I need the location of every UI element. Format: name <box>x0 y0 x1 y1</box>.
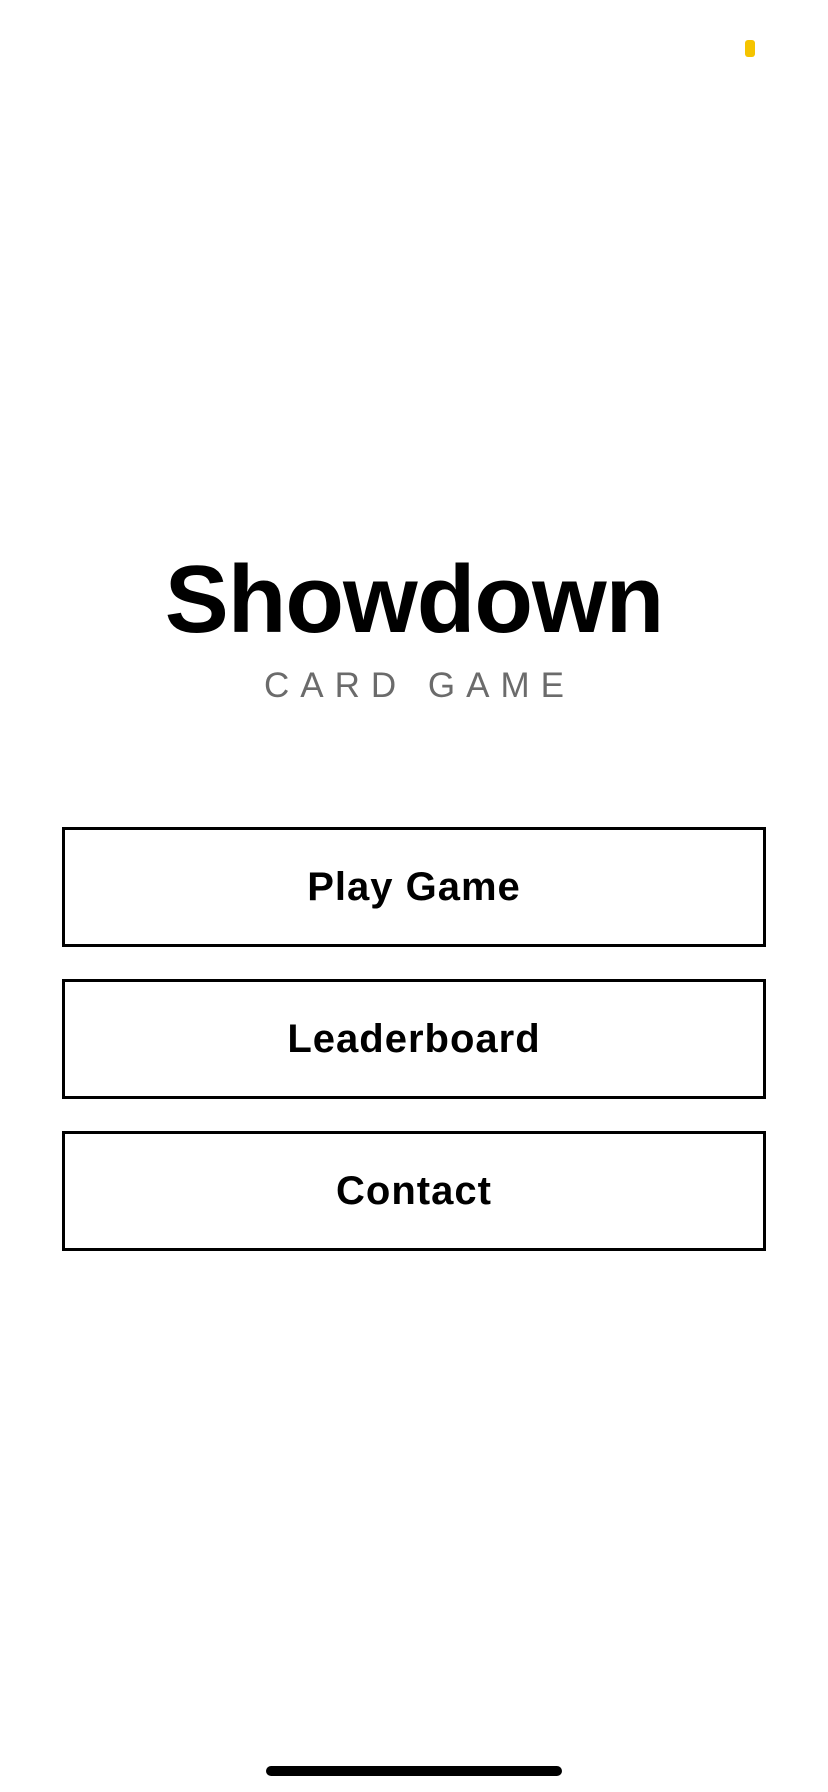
status-indicator <box>745 40 755 57</box>
app-title: Showdown <box>164 546 665 653</box>
main-menu: Play Game Leaderboard Contact <box>62 827 766 1283</box>
leaderboard-label: Leaderboard <box>287 1016 541 1061</box>
contact-label: Contact <box>336 1168 492 1213</box>
play-game-label: Play Game <box>307 864 521 909</box>
leaderboard-button[interactable]: Leaderboard <box>62 979 766 1099</box>
contact-button[interactable]: Contact <box>62 1131 766 1251</box>
play-game-button[interactable]: Play Game <box>62 827 766 947</box>
title-block: Showdown CARD GAME <box>0 548 828 706</box>
app-subtitle: CARD GAME <box>264 666 575 705</box>
home-indicator[interactable] <box>266 1766 562 1776</box>
